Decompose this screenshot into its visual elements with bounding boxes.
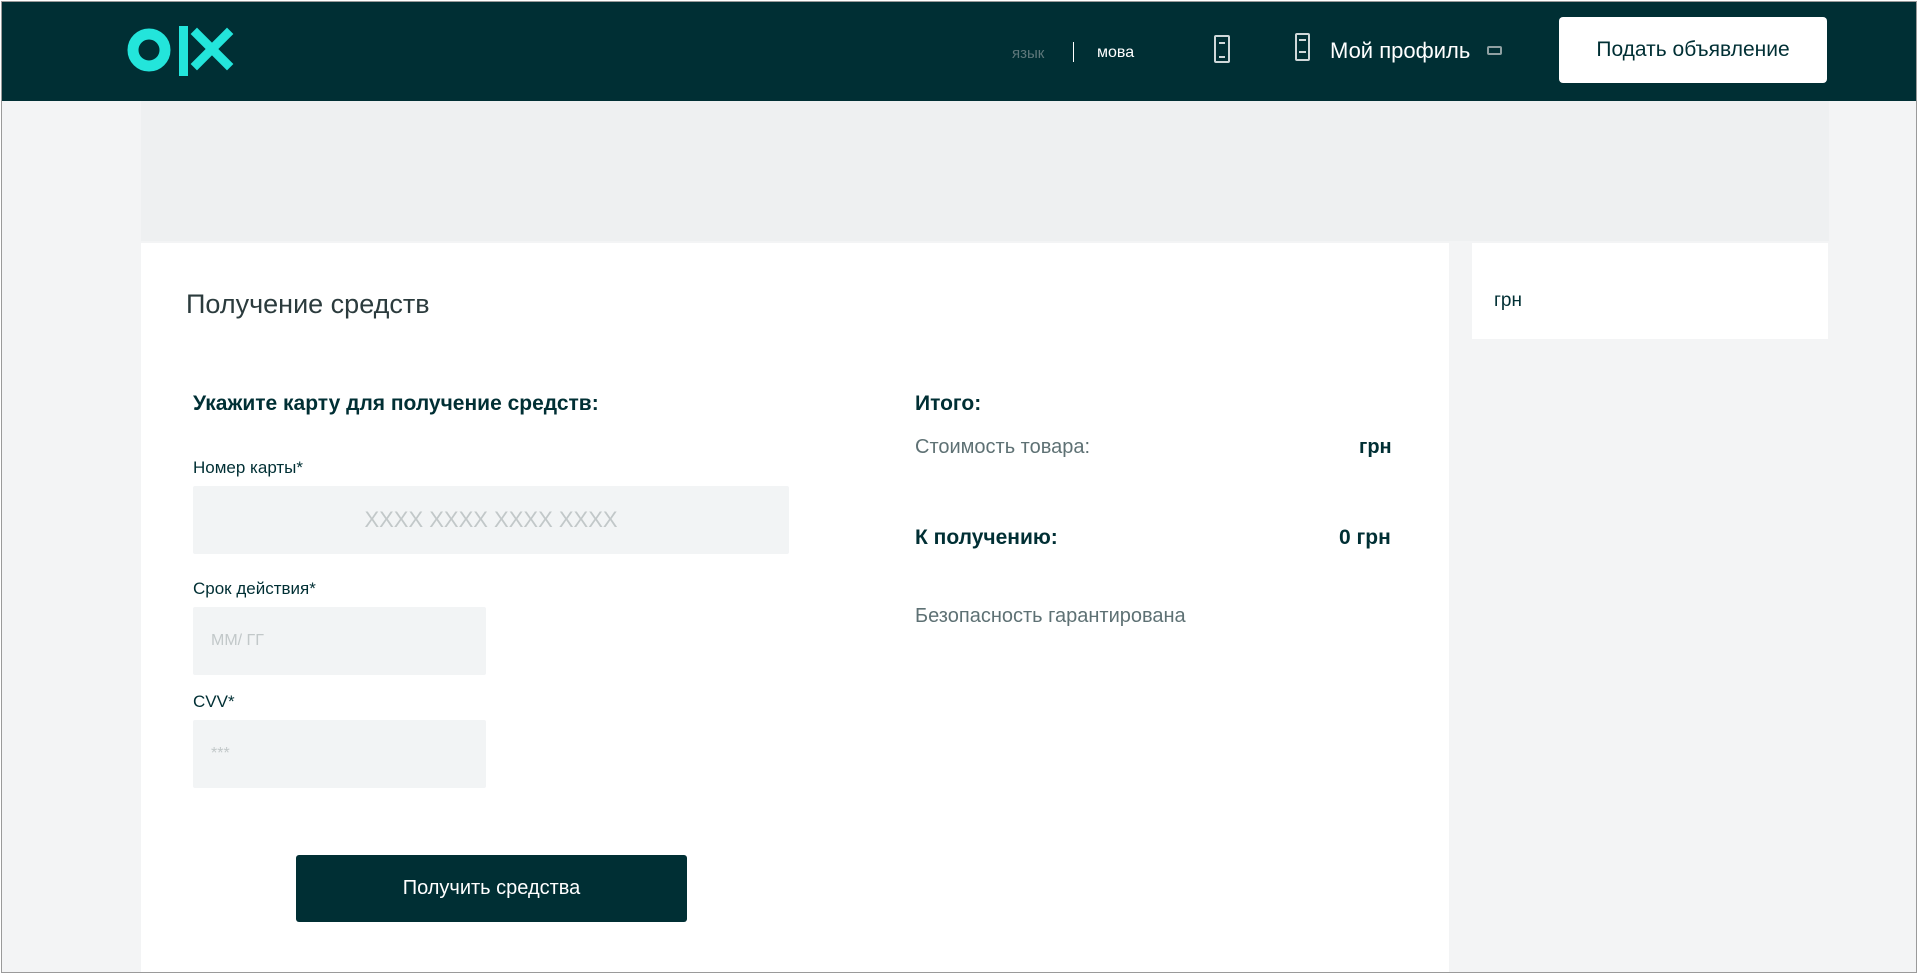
- receive-funds-button[interactable]: Получить средства: [296, 855, 687, 922]
- cvv-input[interactable]: [193, 720, 486, 788]
- summary-title: Итого:: [915, 392, 982, 415]
- cvv-label: CVV*: [193, 692, 235, 711]
- side-card: [1472, 243, 1828, 339]
- form-section-title: Укажите карту для получение средств:: [193, 392, 599, 415]
- item-price-value: грн: [1359, 436, 1392, 458]
- page-title: Получение средств: [186, 289, 430, 319]
- chat-icon[interactable]: [1487, 46, 1502, 55]
- top-header: язык мова Мой профиль Подать объявление: [2, 2, 1916, 101]
- card-number-label: Номер карты*: [193, 458, 304, 477]
- card-number-input[interactable]: [193, 486, 789, 554]
- post-ad-button[interactable]: Подать объявление: [1559, 17, 1827, 83]
- receive-amount-value: 0 грн: [1339, 526, 1391, 549]
- expiry-input[interactable]: [193, 607, 486, 675]
- language-ru-link[interactable]: язык: [1012, 45, 1044, 62]
- receive-amount-label: К получению:: [915, 526, 1058, 549]
- profile-icon[interactable]: [1295, 33, 1310, 61]
- item-price-label: Стоимость товара:: [915, 436, 1091, 458]
- page-frame: язык мова Мой профиль Подать объявление …: [1, 1, 1917, 973]
- side-amount: грн: [1494, 290, 1522, 311]
- language-divider: [1073, 42, 1074, 62]
- olx-logo[interactable]: [127, 22, 237, 82]
- my-profile-link[interactable]: Мой профиль: [1330, 38, 1470, 64]
- expiry-label: Срок действия*: [193, 579, 316, 598]
- banner-area: [141, 101, 1829, 241]
- safety-guarantee-text: Безопасность гарантирована: [915, 605, 1186, 627]
- language-ua-link[interactable]: мова: [1097, 44, 1134, 62]
- phone-icon[interactable]: [1214, 35, 1230, 63]
